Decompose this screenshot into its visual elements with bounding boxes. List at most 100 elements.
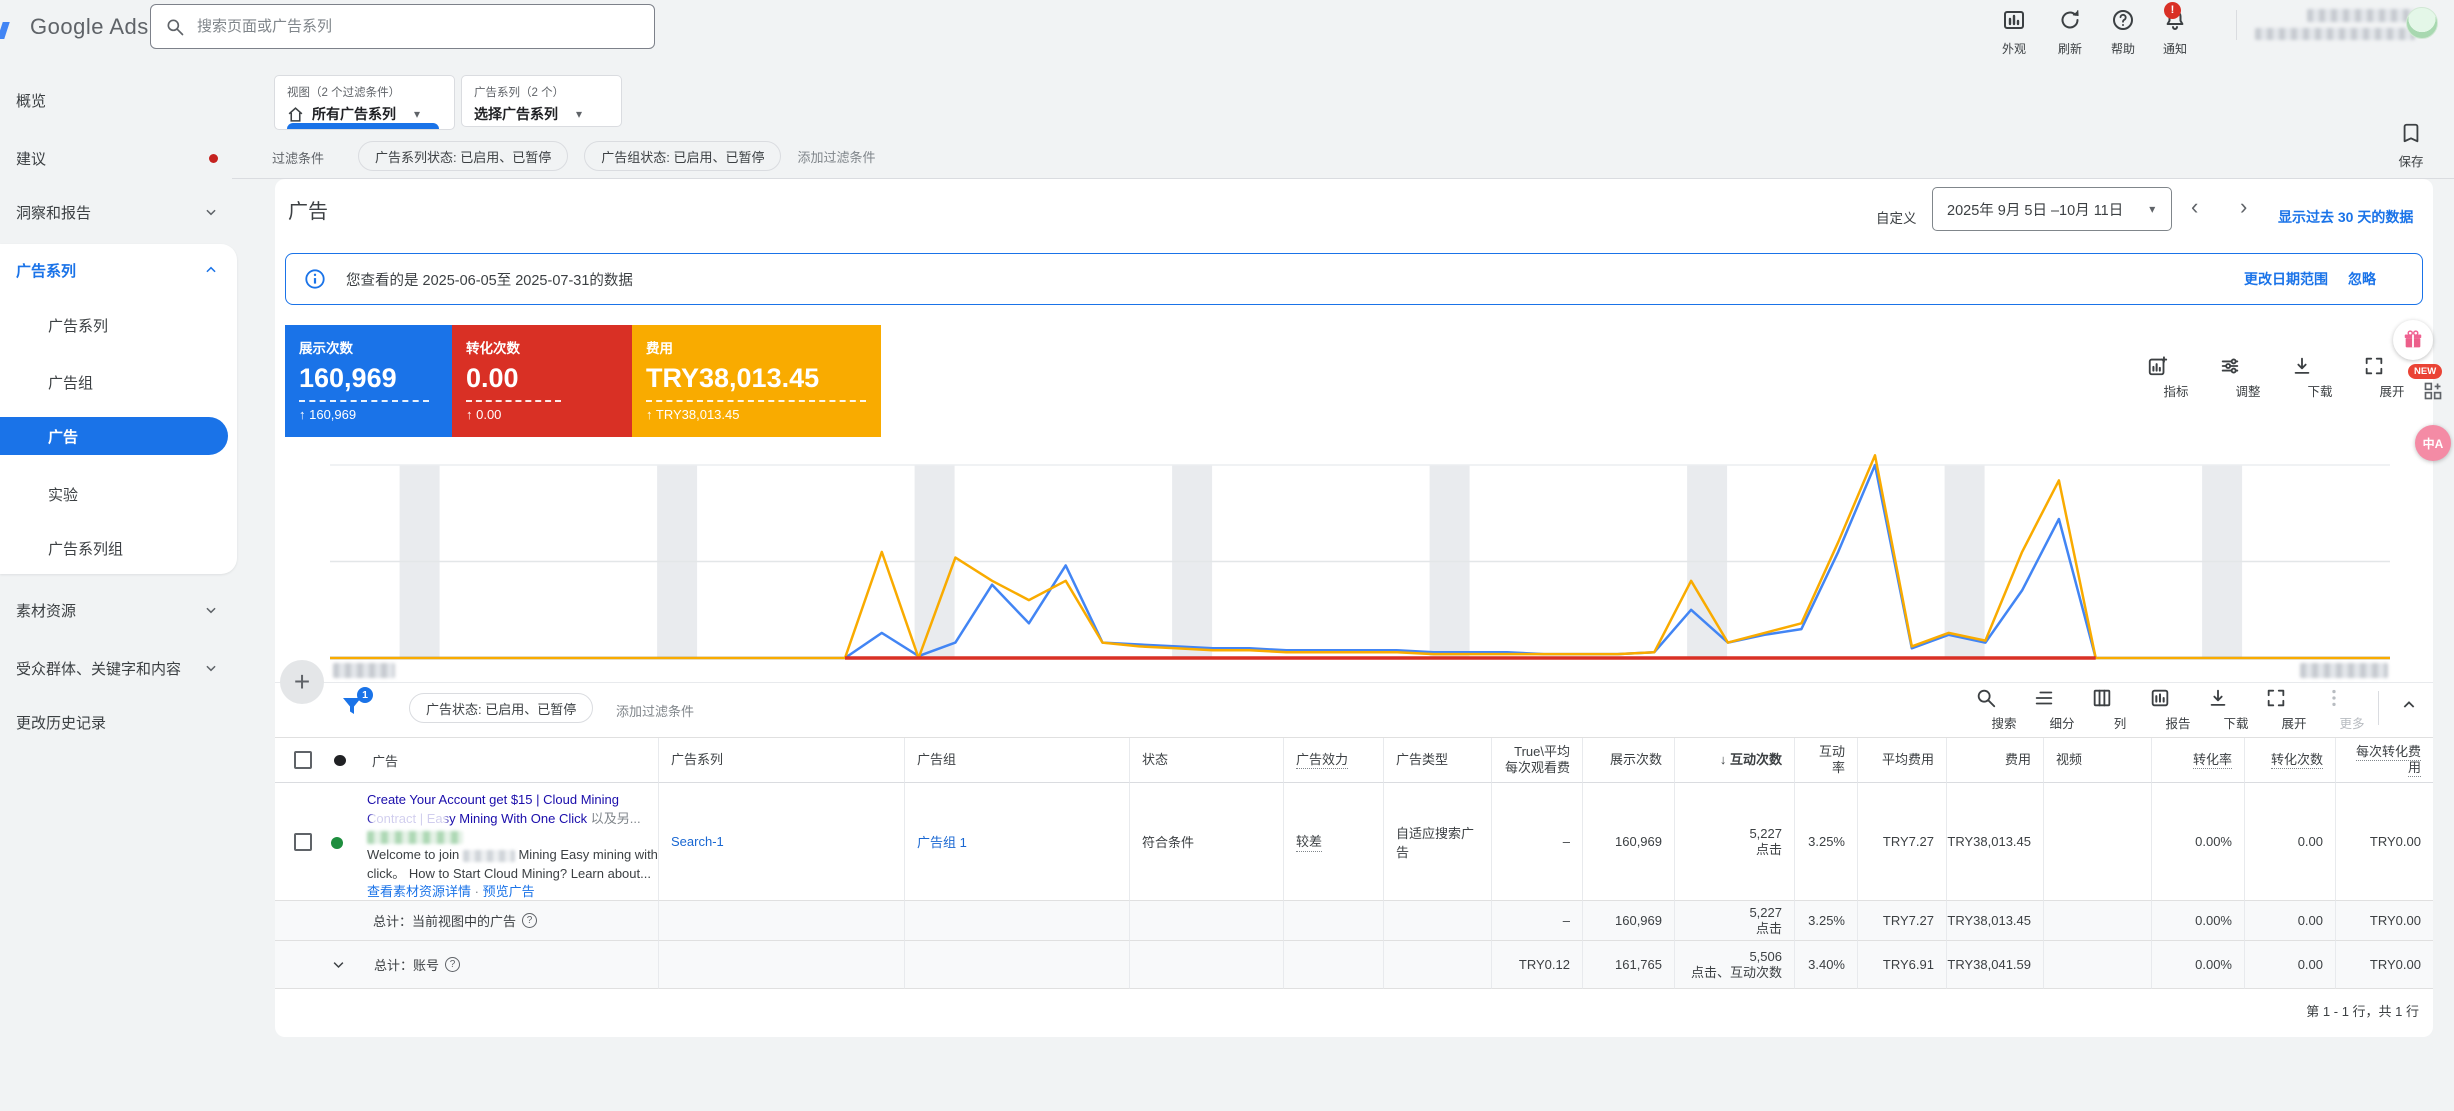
table-download-button[interactable]: 下载 — [2207, 687, 2265, 732]
help-icon[interactable]: ? — [445, 957, 461, 972]
cell-ad_group — [905, 901, 1130, 941]
header-video[interactable]: 视频 — [2044, 738, 2152, 783]
cell-strength — [1284, 941, 1384, 989]
sidebar-item-change-history[interactable]: 更改历史记录 — [0, 702, 232, 742]
header-campaign[interactable]: 广告系列 — [659, 738, 905, 783]
header-trueview[interactable]: True\平均每次观看费 — [1492, 738, 1583, 783]
show-last-30-days-link[interactable]: 显示过去 30 天的数据 — [2278, 207, 2413, 227]
date-next-button[interactable]: › — [2240, 194, 2247, 220]
cell-trueview: TRY0.12 — [1492, 941, 1583, 989]
sidebar-item-experiments[interactable]: 实验 — [0, 474, 228, 514]
header-ad_type[interactable]: 广告类型 — [1384, 738, 1492, 783]
totals-row-1: 总计：账号? TRY0.12 161,765 5,506 点击、互动次数 3.40% TRY… — [275, 941, 2433, 989]
refresh-icon — [2058, 8, 2082, 32]
collapse-table-chevron[interactable] — [2401, 697, 2417, 713]
chart-metrics-button[interactable]: 指标 — [2147, 355, 2205, 400]
expand-totals-chevron[interactable] — [331, 957, 346, 972]
cell-cost_per_conv: TRY0.00 — [2336, 901, 2433, 941]
table-add-filter[interactable]: 添加过滤条件 — [616, 701, 694, 720]
filter-chip-0[interactable]: 广告系列状态: 已启用、已暂停 — [358, 141, 569, 171]
select-all-checkbox[interactable] — [294, 751, 312, 769]
cell-campaign: Search-1 — [659, 783, 905, 901]
header-cost_per_conv[interactable]: 每次转化费用 — [2336, 738, 2433, 783]
campaign-link[interactable]: Search-1 — [671, 834, 724, 849]
dismiss-banner-link[interactable]: 忽略 — [2348, 269, 2376, 289]
sidebar-item-ads[interactable]: 广告 — [0, 417, 228, 455]
sidebar-item-campaign-groups[interactable]: 广告系列组 — [0, 528, 228, 568]
ad-title-link[interactable]: Create Your Account get $15 | Cloud Mini… — [367, 791, 635, 810]
date-prev-button[interactable]: ‹ — [2191, 194, 2198, 220]
translate-extension-button[interactable]: 中A — [2415, 425, 2451, 461]
search-input[interactable] — [197, 18, 640, 35]
sidebar-item-recommendations[interactable]: 建议 — [0, 138, 232, 178]
change-date-range-link[interactable]: 更改日期范围 — [2244, 269, 2328, 289]
refresh-button[interactable]: 刷新 — [2044, 8, 2096, 57]
header-conv_rate[interactable]: 转化率 — [2152, 738, 2245, 783]
appearance-button[interactable]: 外观 — [1988, 8, 2040, 57]
add-filter-link[interactable]: 添加过滤条件 — [797, 147, 875, 166]
avatar[interactable] — [2406, 7, 2438, 39]
date-range-selector[interactable]: 2025年 9月 5日 –10月 11日 ▾ — [1932, 187, 2172, 231]
sidebar-item-insights[interactable]: 洞察和报告 — [0, 192, 232, 232]
cell-strength: 较差 — [1284, 783, 1384, 901]
header-ad[interactable]: 广告 — [275, 738, 659, 783]
redacted-text — [462, 849, 515, 862]
header-avg_cost[interactable]: 平均费用 — [1858, 738, 1947, 783]
help-button[interactable]: 帮助 — [2097, 8, 2149, 57]
preview-ad-link[interactable]: 预览广告 — [483, 884, 535, 899]
header-conversions[interactable]: 转化次数 — [2245, 738, 2336, 783]
campaign-selector[interactable]: 广告系列（2 个） 选择广告系列 ▾ — [461, 75, 622, 127]
metric-card-0[interactable]: 展示次数 160,969 ↑ 160,969 — [285, 325, 452, 437]
ad-group-link[interactable]: 广告组 1 — [917, 832, 967, 851]
view-asset-details-link[interactable]: 查看素材资源详情 — [367, 884, 471, 899]
save-icon — [2400, 122, 2422, 146]
cell-avg_cost: TRY7.27 — [1858, 783, 1947, 901]
help-icon[interactable]: ? — [522, 913, 538, 928]
row-checkbox[interactable] — [294, 833, 312, 851]
ad-status-filter-chip[interactable]: 广告状态: 已启用、已暂停 — [409, 693, 594, 723]
header-impressions[interactable]: 展示次数 — [1583, 738, 1675, 783]
table-report-button[interactable]: 报告 — [2149, 687, 2207, 732]
add-button[interactable]: + — [280, 660, 324, 704]
sidebar-item-campaigns[interactable]: 广告系列 — [0, 250, 232, 290]
sidebar-item-overview[interactable]: 概览 — [0, 80, 232, 120]
header-interaction_rate[interactable]: 互动率 — [1795, 738, 1858, 783]
filter-count-badge: 1 — [357, 687, 373, 703]
chart-start-date-redacted — [333, 663, 395, 678]
save-button[interactable]: 保存 — [2386, 122, 2436, 170]
sidebar-item-campaigns-sub[interactable]: 广告系列 — [0, 305, 228, 345]
notifications-button[interactable]: ! 通知 — [2149, 2, 2201, 57]
view-selector[interactable]: 视图（2 个过滤条件） 所有广告系列 ▾ — [274, 75, 455, 130]
cell-video — [2044, 783, 2152, 901]
header-status[interactable]: 状态 — [1130, 738, 1284, 783]
header-cost[interactable]: 费用 — [1947, 738, 2044, 783]
sidebar-item-audiences[interactable]: 受众群体、关键字和内容 — [0, 648, 232, 688]
metric-card-1[interactable]: 转化次数 0.00 ↑ 0.00 — [452, 325, 632, 437]
table-search-button[interactable]: 搜索 — [1975, 687, 2033, 732]
header-ad_group[interactable]: 广告组 — [905, 738, 1130, 783]
cell-ad_type — [1384, 941, 1492, 989]
screenshot-extension-icon[interactable] — [2423, 381, 2443, 401]
filter-chip-1[interactable]: 广告组状态: 已启用、已暂停 — [584, 141, 782, 171]
table-segment-button[interactable]: 细分 — [2033, 687, 2091, 732]
chart-download-button[interactable]: 下载 — [2291, 355, 2349, 400]
chart-adjust-button[interactable]: 调整 — [2219, 355, 2277, 400]
table-filter-button[interactable]: 1 — [340, 687, 373, 720]
sidebar-item-assets[interactable]: 素材资源 — [0, 590, 232, 630]
sidebar-item-ad-groups[interactable]: 广告组 — [0, 362, 228, 402]
table-columns-button[interactable]: 列 — [2091, 687, 2149, 732]
cell-avg_cost: TRY6.91 — [1858, 941, 1947, 989]
totals-row-0: 总计：当前视图中的广告? –160,969 5,227 点击 3.25% TRY7.27 T… — [275, 901, 2433, 941]
cell-campaign — [659, 941, 905, 989]
performance-trend-chart[interactable] — [330, 440, 2390, 680]
more-icon — [2323, 687, 2381, 709]
metric-card-2[interactable]: 费用 TRY38,013.45 ↑ TRY38,013.45 — [632, 325, 881, 437]
table-expand-button[interactable]: 展开 — [2265, 687, 2323, 732]
gift-extension-button[interactable] — [2393, 320, 2433, 360]
global-search[interactable] — [150, 4, 655, 49]
header-strength[interactable]: 广告效力 — [1284, 738, 1384, 783]
table-more-button[interactable]: 更多 — [2323, 687, 2381, 732]
recommendation-dot — [209, 153, 218, 163]
notifications-icon: ! — [2163, 2, 2187, 32]
header-interactions[interactable]: ↓ 互动次数 — [1675, 738, 1795, 783]
